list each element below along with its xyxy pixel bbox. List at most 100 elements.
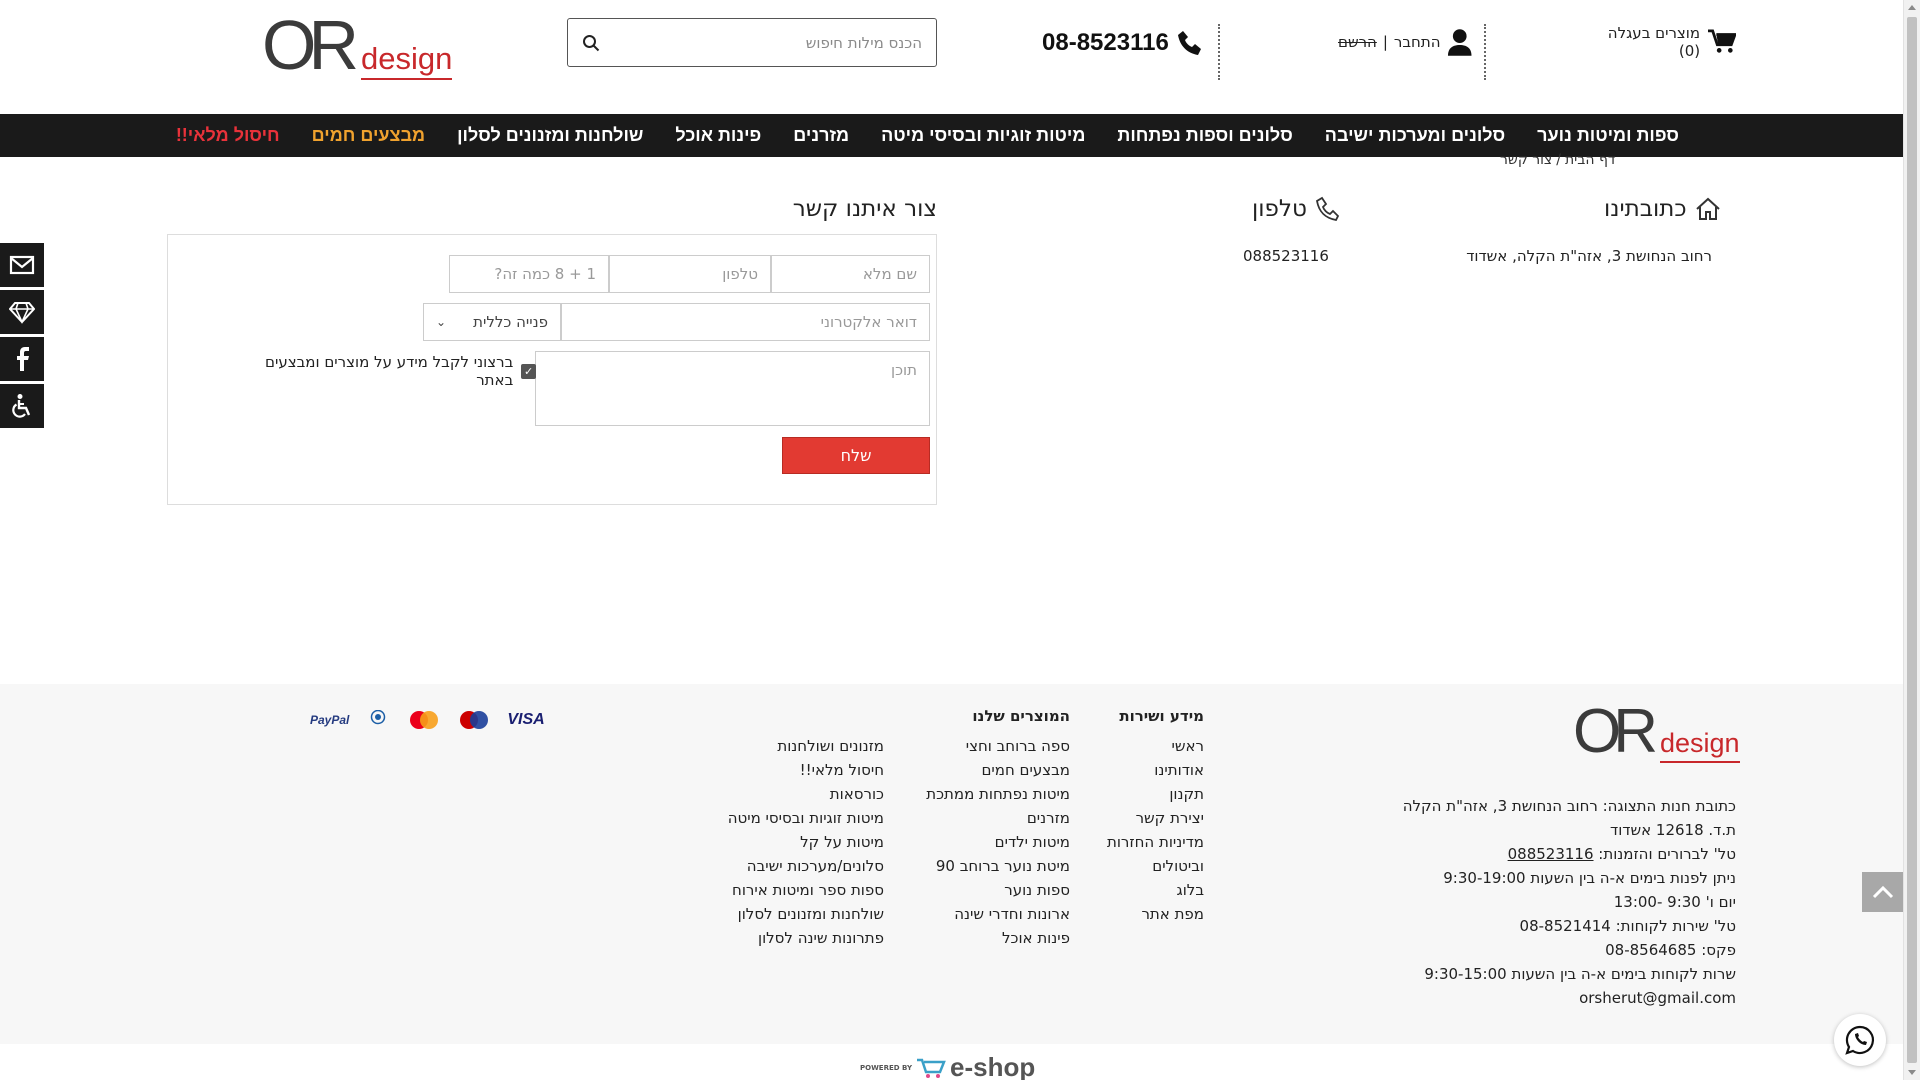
side-email-button[interactable] bbox=[0, 243, 44, 287]
footer-link[interactable]: מפת אתר bbox=[1100, 902, 1204, 926]
breadcrumb-separator: / bbox=[1556, 152, 1561, 168]
footer-logo[interactable]: OR design bbox=[1573, 701, 1740, 763]
breadcrumb-home[interactable]: דף הבית bbox=[1565, 152, 1616, 168]
side-accessibility-button[interactable] bbox=[0, 384, 44, 428]
whatsapp-button[interactable] bbox=[1834, 1014, 1886, 1066]
nav-item-living-rooms[interactable]: סלונים ומערכות ישיבה bbox=[1325, 125, 1505, 146]
footer-link[interactable]: מיטות זוגיות ובסיסי מיטה bbox=[700, 806, 884, 830]
eshop-brand: e-shop bbox=[950, 1052, 1036, 1080]
footer-link[interactable]: מיטות על קל bbox=[700, 830, 884, 854]
footer-link[interactable]: וביטולים bbox=[1100, 854, 1204, 878]
phone-title-text: טלפון bbox=[1252, 196, 1307, 222]
nav-item-sofa-beds[interactable]: סלונים וספות נפתחות bbox=[1117, 125, 1292, 146]
cart-link[interactable]: מוצרים בעגלה (0) bbox=[1590, 24, 1736, 60]
site-footer: OR design כתובת חנות התצוגה: רחוב הנחושת… bbox=[0, 684, 1903, 1044]
scroll-up-arrow[interactable] bbox=[1908, 5, 1916, 10]
footer-email-link[interactable]: orsherut@gmail.com bbox=[1350, 986, 1736, 1010]
footer-phone-line: טל' לברורים והזמנות: 088523116 bbox=[1350, 842, 1736, 866]
phone-text[interactable]: 088523116 bbox=[1243, 247, 1329, 265]
side-facebook-button[interactable] bbox=[0, 337, 44, 381]
footer-link[interactable]: תקנון bbox=[1100, 782, 1204, 806]
maestro-icon bbox=[460, 711, 489, 729]
footer-contact-line: יום ו' 9:30 -13:00 bbox=[1613, 893, 1736, 911]
side-diamond-button[interactable] bbox=[0, 290, 44, 334]
powered-by[interactable]: POWERED BY e-shop bbox=[860, 1052, 1035, 1080]
nav-item-hot-deals[interactable]: מבצעים חמים bbox=[312, 125, 425, 146]
address-title-text: כתובתינו bbox=[1604, 196, 1687, 222]
footer-link[interactable]: מזנונים ושולחנות bbox=[700, 734, 884, 758]
scroll-down-arrow[interactable] bbox=[1908, 1070, 1916, 1075]
chevron-down-icon: ⌄ bbox=[436, 315, 447, 329]
account-links: התחבר | הרשם bbox=[1338, 24, 1472, 60]
footer-link[interactable]: שולחנות ומזנונים לסלון bbox=[700, 902, 884, 926]
footer-link[interactable]: פתרונות שינה לסלון bbox=[700, 926, 884, 950]
footer-more-column: מזנונים ושולחנות חיסול מלאי!! כורסאות מי… bbox=[700, 704, 884, 950]
mastercard-icon bbox=[410, 711, 439, 729]
footer-logo-or: OR bbox=[1573, 697, 1658, 766]
logo-or: OR bbox=[262, 6, 359, 84]
footer-link[interactable]: מדיניות החזרות bbox=[1100, 830, 1204, 854]
diamond-icon bbox=[9, 302, 35, 324]
footer-contact-line: כתובת חנות התצוגה: רחוב הנחושת 3, אזה"ת … bbox=[1402, 797, 1736, 815]
paypal-logo: PayPal bbox=[310, 713, 350, 727]
chevron-up-icon bbox=[1872, 885, 1893, 899]
search-input[interactable] bbox=[600, 33, 922, 52]
search-box bbox=[567, 18, 937, 67]
footer-link[interactable]: סלונים/מערכות ישיבה bbox=[700, 854, 884, 878]
site-header: מוצרים בעגלה (0) התחבר | הרשם 08-8523116… bbox=[0, 0, 1903, 114]
footer-link[interactable]: פינות אוכל bbox=[900, 926, 1070, 950]
home-icon bbox=[1695, 197, 1720, 220]
footer-link[interactable]: מבצעים חמים bbox=[900, 758, 1070, 782]
footer-link[interactable]: בלוג bbox=[1100, 878, 1204, 902]
footer-link[interactable]: ראשי bbox=[1100, 734, 1204, 758]
submit-button[interactable]: שלח bbox=[782, 437, 930, 474]
header-phone[interactable]: 08-8523116 bbox=[1042, 26, 1203, 60]
header-phone-number: 08-8523116 bbox=[1042, 29, 1169, 56]
nav-item-double-beds[interactable]: מיטות זוגיות ובסיסי מיטה bbox=[881, 125, 1085, 146]
footer-link[interactable]: ארונות וחדרי שינה bbox=[900, 902, 1070, 926]
footer-link[interactable]: ספות ספר ומיטות אירוח bbox=[700, 878, 884, 902]
footer-link[interactable]: ספות נוער bbox=[900, 878, 1070, 902]
user-icon bbox=[1447, 29, 1472, 56]
footer-link[interactable]: יצירת קשר bbox=[1100, 806, 1204, 830]
nav-item-tables[interactable]: שולחנות ומזנונים לסלון bbox=[457, 125, 643, 146]
nav-item-clearance[interactable]: חיסול מלאי!! bbox=[176, 125, 280, 146]
footer-link[interactable]: כורסאות bbox=[700, 782, 884, 806]
footer-link[interactable]: חיסול מלאי!! bbox=[700, 758, 884, 782]
email-input[interactable]: דואר אלקטרוני bbox=[561, 303, 930, 341]
vertical-scrollbar[interactable] bbox=[1903, 0, 1920, 1080]
form-title: צור איתנו קשר bbox=[792, 196, 937, 222]
back-to-top-button[interactable] bbox=[1862, 872, 1903, 912]
footer-link[interactable]: מזרנים bbox=[900, 806, 1070, 830]
footer-contact-line: ת.ד. 12618 אשדוד bbox=[1610, 821, 1736, 839]
newsletter-checkbox-row: ✓ ברצוני לקבל מידע על מוצרים ומבצעים באת… bbox=[228, 353, 536, 389]
captcha-input[interactable]: 1 + 8 כמה זה? bbox=[449, 255, 609, 293]
newsletter-checkbox-label: ברצוני לקבל מידע על מוצרים ומבצעים באתר bbox=[265, 353, 514, 389]
login-link[interactable]: התחבר bbox=[1394, 33, 1441, 51]
footer-link[interactable]: ספה ברוחב וחצי bbox=[900, 734, 1070, 758]
breadcrumb-current: צור קשר bbox=[1500, 152, 1553, 168]
footer-contact-line: ניתן לפנות בימים א-ה בין השעות 9:30-19:0… bbox=[1443, 869, 1736, 887]
full-name-input[interactable]: שם מלא bbox=[771, 255, 930, 293]
scrollbar-thumb[interactable] bbox=[1907, 17, 1917, 1063]
footer-link[interactable]: מיטות ילדים bbox=[900, 830, 1070, 854]
footer-link[interactable]: מיטת נוער ברוחב 90 bbox=[900, 854, 1070, 878]
header-divider bbox=[1484, 24, 1486, 80]
inquiry-type-select[interactable]: פנייה כללית ⌄ bbox=[423, 303, 561, 341]
nav-item-dining[interactable]: פינות אוכל bbox=[675, 125, 761, 146]
newsletter-checkbox[interactable]: ✓ bbox=[521, 363, 536, 379]
nav-item-mattresses[interactable]: מזרנים bbox=[793, 125, 849, 146]
address-text: רחוב הנחושת 3, אזה"ת הקלה, אשדוד bbox=[1466, 247, 1712, 265]
message-textarea[interactable]: תוכן bbox=[535, 351, 930, 426]
nav-item-youth-sofas[interactable]: ספות ומיטות נוער bbox=[1537, 125, 1679, 146]
breadcrumb: דף הבית/צור קשר bbox=[1500, 152, 1736, 168]
footer-link[interactable]: אודותינו bbox=[1100, 758, 1204, 782]
phone-input[interactable]: טלפון bbox=[609, 255, 771, 293]
search-icon[interactable] bbox=[582, 34, 600, 52]
footer-phone-link[interactable]: 088523116 bbox=[1508, 845, 1594, 863]
register-link[interactable]: הרשם bbox=[1338, 33, 1377, 51]
footer-phone-prefix: טל' לברורים והזמנות: bbox=[1593, 845, 1736, 863]
footer-link[interactable]: מיטות נפתחות ממתכת bbox=[900, 782, 1070, 806]
site-logo[interactable]: OR design bbox=[262, 6, 453, 84]
main-nav: ספות ומיטות נוער סלונים ומערכות ישיבה סל… bbox=[0, 114, 1903, 157]
